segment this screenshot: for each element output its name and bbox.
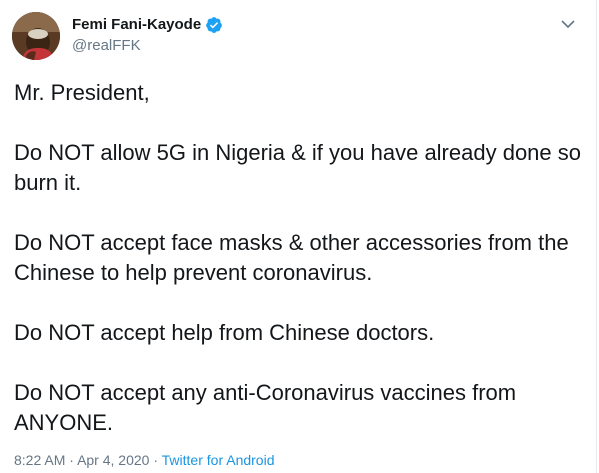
tweet-paragraph: Do NOT allow 5G in Nigeria & if you have… bbox=[14, 140, 581, 195]
tweet-card: Femi Fani-Kayode @realFFK Mr. President,… bbox=[0, 0, 597, 473]
verified-badge-icon bbox=[205, 16, 223, 34]
chevron-down-icon bbox=[561, 19, 575, 28]
meta-separator: · bbox=[69, 452, 74, 468]
avatar[interactable] bbox=[12, 12, 60, 60]
tweet-menu-button[interactable] bbox=[558, 14, 578, 34]
author-handle[interactable]: @realFFK bbox=[72, 36, 141, 56]
tweet-date[interactable]: Apr 4, 2020 bbox=[77, 452, 149, 468]
author-name-row: Femi Fani-Kayode bbox=[72, 15, 223, 35]
tweet-time[interactable]: 8:22 AM bbox=[14, 452, 65, 468]
tweet-metadata: 8:22 AM · Apr 4, 2020 · Twitter for Andr… bbox=[14, 450, 274, 470]
tweet-paragraph: Do NOT accept any anti-Coronavirus vacci… bbox=[14, 380, 517, 435]
tweet-paragraph: Mr. President, bbox=[14, 80, 150, 105]
meta-separator: · bbox=[153, 452, 159, 468]
tweet-source-link[interactable]: Twitter for Android bbox=[162, 452, 275, 468]
author-name[interactable]: Femi Fani-Kayode bbox=[72, 15, 201, 35]
tweet-paragraph: Do NOT accept help from Chinese doctors. bbox=[14, 320, 435, 345]
tweet-paragraph: Do NOT accept face masks & other accesso… bbox=[14, 230, 569, 285]
tweet-text: Mr. President, Do NOT allow 5G in Nigeri… bbox=[14, 78, 586, 438]
